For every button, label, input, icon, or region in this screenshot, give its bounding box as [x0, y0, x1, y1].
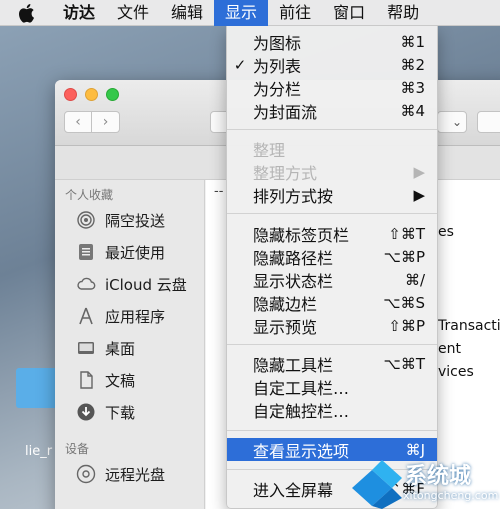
- checkmark-icon: ✓: [233, 55, 247, 74]
- sidebar-item-label: 远程光盘: [105, 465, 166, 484]
- shortcut-label: ⌘/: [404, 270, 425, 289]
- menu-separator: [227, 129, 437, 130]
- forward-button[interactable]: ›: [92, 111, 120, 133]
- menu-go[interactable]: 前往: [268, 0, 322, 26]
- list-item[interactable]: vices: [438, 364, 474, 380]
- list-item[interactable]: es: [438, 224, 454, 240]
- share-button[interactable]: [477, 111, 500, 133]
- airdrop-icon: [75, 209, 97, 231]
- submenu-arrow-icon: ▶: [413, 162, 425, 181]
- list-item[interactable]: Transacti: [438, 318, 500, 334]
- navigation-buttons: ‹ ›: [64, 111, 120, 133]
- sidebar-item-label: 应用程序: [105, 307, 166, 326]
- menu-item-as-list[interactable]: ✓ 为列表 ⌘2: [227, 53, 437, 76]
- sidebar-item-label: 下载: [105, 403, 136, 422]
- shortcut-label: ⇧⌘T: [388, 224, 425, 243]
- menu-window[interactable]: 窗口: [322, 0, 376, 26]
- menu-item-customize-toolbar[interactable]: 自定工具栏…: [227, 375, 437, 398]
- sidebar-item-icloud[interactable]: iCloud 云盘: [55, 268, 204, 300]
- shortcut-label: ⌥⌘P: [383, 247, 425, 266]
- sidebar-item-documents[interactable]: 文稿: [55, 364, 204, 396]
- apple-icon: [19, 3, 34, 23]
- shortcut-label: ⇧⌘P: [388, 316, 425, 335]
- sidebar-item-label: 文稿: [105, 371, 136, 390]
- menu-separator: [227, 213, 437, 214]
- sidebar-item-recents[interactable]: 最近使用: [55, 236, 204, 268]
- menu-item-as-cover-flow[interactable]: 为封面流 ⌘4: [227, 99, 437, 122]
- sidebar-item-label: iCloud 云盘: [105, 275, 187, 294]
- arrange-dropdown-button[interactable]: ⌄: [437, 111, 467, 133]
- menu-item-sort-by[interactable]: 排列方式按 ▶: [227, 183, 437, 206]
- apple-menu[interactable]: [0, 0, 52, 26]
- shortcut-label: ⌘1: [400, 32, 425, 51]
- menu-item-hide-path-bar[interactable]: 隐藏路径栏 ⌥⌘P: [227, 245, 437, 268]
- finder-sidebar: 个人收藏 隔空投送 最近使用 iCloud 云盘 应用程序 桌面 文稿 下载 设…: [55, 180, 205, 509]
- submenu-arrow-icon: ▶: [413, 185, 425, 204]
- sidebar-item-remote-disc[interactable]: 远程光盘: [55, 458, 204, 490]
- back-button[interactable]: ‹: [64, 111, 92, 133]
- sidebar-item-label: 桌面: [105, 339, 136, 358]
- minimize-window-button[interactable]: [85, 88, 98, 101]
- menu-item-as-icons[interactable]: 为图标 ⌘1: [227, 30, 437, 53]
- menu-item-as-columns[interactable]: 为分栏 ⌘3: [227, 76, 437, 99]
- desktop-folder-icon[interactable]: [16, 368, 60, 408]
- menu-item-show-status-bar[interactable]: 显示状态栏 ⌘/: [227, 268, 437, 291]
- sidebar-item-desktop[interactable]: 桌面: [55, 332, 204, 364]
- sidebar-item-applications[interactable]: 应用程序: [55, 300, 204, 332]
- sidebar-favorites-header: 个人收藏: [65, 188, 114, 202]
- menu-bar: 访达 文件 编辑 显示 前往 窗口 帮助: [0, 0, 500, 26]
- sidebar-item-downloads[interactable]: 下载: [55, 396, 204, 428]
- menu-finder[interactable]: 访达: [52, 0, 106, 26]
- documents-icon: [75, 369, 97, 391]
- remote-disc-icon: [75, 463, 97, 485]
- zoom-window-button[interactable]: [106, 88, 119, 101]
- close-window-button[interactable]: [64, 88, 77, 101]
- desktop-file-label[interactable]: lie_r: [25, 444, 52, 459]
- desktop-icon: [75, 337, 97, 359]
- menu-item-clean-up: 整理: [253, 140, 286, 160]
- menu-view[interactable]: 显示: [214, 0, 269, 26]
- menu-help[interactable]: 帮助: [376, 0, 430, 26]
- menu-separator: [227, 430, 437, 431]
- list-item[interactable]: ent: [438, 341, 461, 357]
- menu-edit[interactable]: 编辑: [160, 0, 214, 26]
- shortcut-label: ⌘2: [400, 55, 425, 74]
- menu-separator: [227, 344, 437, 345]
- watermark-title: 系统城: [405, 464, 472, 489]
- menu-item-customize-touch-bar[interactable]: 自定触控栏…: [227, 398, 437, 421]
- menu-item-show-preview[interactable]: 显示预览 ⇧⌘P: [227, 314, 437, 337]
- sidebar-item-label: 隔空投送: [105, 211, 166, 230]
- recents-icon: [75, 241, 97, 263]
- menu-file[interactable]: 文件: [106, 0, 160, 26]
- shortcut-label: ⌥⌘S: [383, 293, 425, 312]
- cloud-icon: [75, 273, 97, 295]
- shortcut-label: ⌘4: [400, 101, 425, 120]
- shortcut-label: ⌥⌘T: [383, 354, 425, 373]
- menu-item-hide-tab-bar[interactable]: 隐藏标签页栏 ⇧⌘T: [227, 222, 437, 245]
- watermark-url: xitongcheng.com: [403, 489, 499, 502]
- window-controls: [64, 88, 119, 101]
- view-menu-dropdown: 为图标 ⌘1 ✓ 为列表 ⌘2 为分栏 ⌘3 为封面流 ⌘4 整理 整理方式 ▶…: [226, 26, 438, 509]
- sidebar-devices-header: 设备: [65, 442, 90, 456]
- menu-item-hide-sidebar[interactable]: 隐藏边栏 ⌥⌘S: [227, 291, 437, 314]
- sidebar-item-label: 最近使用: [105, 243, 166, 262]
- menu-item-clean-up-by: 整理方式 ▶: [227, 160, 437, 183]
- sidebar-item-airdrop[interactable]: 隔空投送: [55, 204, 204, 236]
- applications-icon: [75, 305, 97, 327]
- menu-item-hide-toolbar[interactable]: 隐藏工具栏 ⌥⌘T: [227, 352, 437, 375]
- shortcut-label: ⌘3: [400, 78, 425, 97]
- download-icon: [75, 401, 97, 423]
